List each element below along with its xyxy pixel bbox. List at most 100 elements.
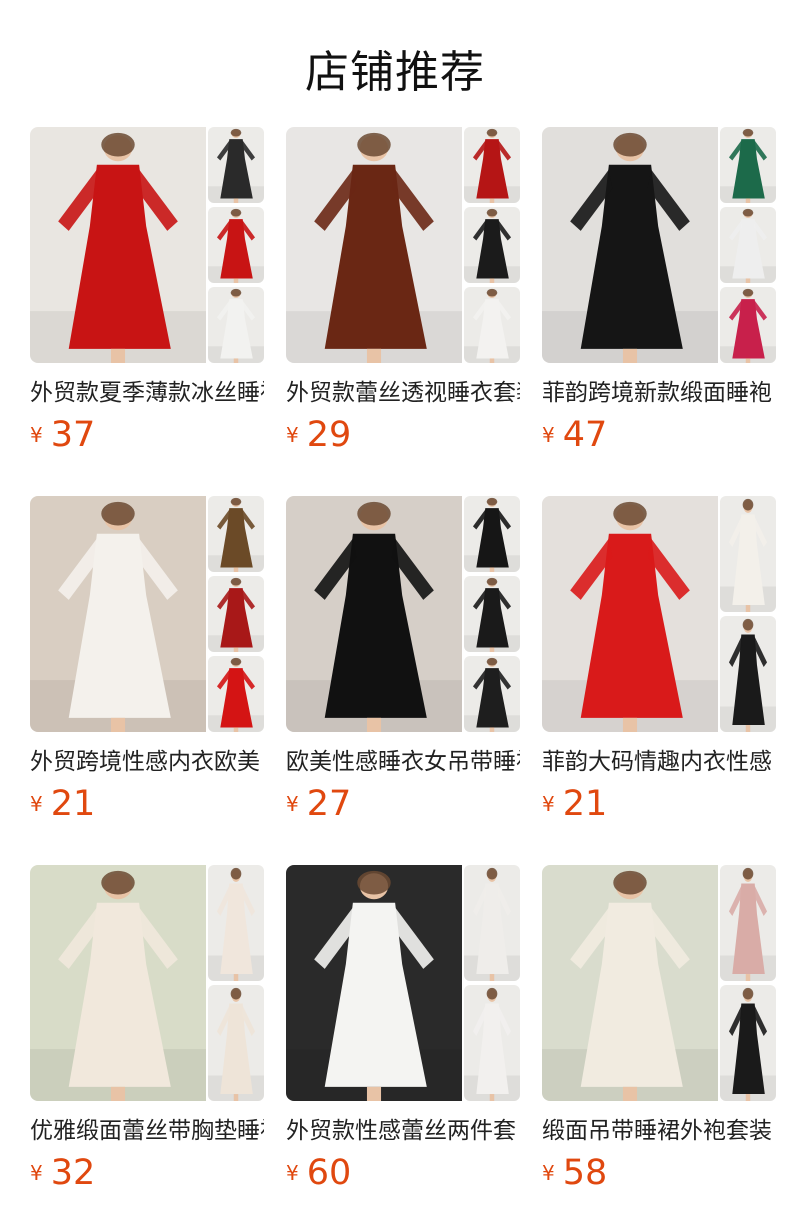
product-thumbnail-image[interactable] <box>464 985 520 1101</box>
product-image-collage[interactable] <box>542 496 776 732</box>
product-thumbnail-image[interactable] <box>208 576 264 652</box>
thumbnail-photo <box>720 496 776 612</box>
product-main-image[interactable] <box>542 865 718 1101</box>
product-thumbnail-image[interactable] <box>464 207 520 283</box>
product-image-collage[interactable] <box>30 865 264 1101</box>
product-title[interactable]: 外贸款性感蕾丝两件套 <box>286 1115 520 1151</box>
product-thumbnail-image[interactable] <box>720 207 776 283</box>
product-thumbnail-image[interactable] <box>720 616 776 732</box>
currency-symbol: ¥ <box>286 423 299 447</box>
product-price: ¥37 <box>30 415 95 455</box>
price-amount: 21 <box>562 784 608 824</box>
product-card[interactable]: 菲韵大码情趣内衣性感 ¥21 <box>542 496 776 826</box>
product-thumbnail-image[interactable] <box>464 865 520 981</box>
product-image-collage[interactable] <box>286 127 520 363</box>
product-thumbnail-image[interactable] <box>720 985 776 1101</box>
product-title[interactable]: 菲韵大码情趣内衣性感 <box>542 746 776 782</box>
currency-symbol: ¥ <box>30 1161 43 1185</box>
product-thumbnail-image[interactable] <box>208 496 264 572</box>
product-image-collage[interactable] <box>30 496 264 732</box>
product-thumbnail-image[interactable] <box>208 287 264 363</box>
product-thumbnail-image[interactable] <box>208 865 264 981</box>
thumbnail-photo <box>720 127 776 203</box>
product-photo <box>286 127 462 363</box>
thumbnail-photo <box>720 865 776 981</box>
product-thumbnail-image[interactable] <box>720 496 776 612</box>
product-main-image[interactable] <box>30 127 206 363</box>
product-thumbnail-image[interactable] <box>464 287 520 363</box>
product-photo <box>542 865 718 1101</box>
product-card[interactable]: 外贸款性感蕾丝两件套 ¥60 <box>286 865 520 1195</box>
product-photo <box>30 496 206 732</box>
product-card[interactable]: 外贸跨境性感内衣欧美 ¥21 <box>30 496 264 826</box>
thumbnail-photo <box>720 616 776 732</box>
price-amount: 27 <box>306 784 352 824</box>
product-title[interactable]: 外贸跨境性感内衣欧美 <box>30 746 264 782</box>
product-thumbnail-image[interactable] <box>720 865 776 981</box>
product-image-collage[interactable] <box>30 127 264 363</box>
thumbnail-photo <box>464 985 520 1101</box>
product-main-image[interactable] <box>286 127 462 363</box>
product-main-image[interactable] <box>286 496 462 732</box>
product-card[interactable]: 优雅缎面蕾丝带胸垫睡裙 ¥32 <box>30 865 264 1195</box>
section-title: 店铺推荐 <box>305 47 485 98</box>
currency-symbol: ¥ <box>286 792 299 816</box>
thumbnail-photo <box>464 865 520 981</box>
product-price: ¥60 <box>286 1153 351 1193</box>
product-price: ¥27 <box>286 784 351 824</box>
currency-symbol: ¥ <box>30 423 43 447</box>
price-amount: 32 <box>50 1153 96 1193</box>
product-title[interactable]: 优雅缎面蕾丝带胸垫睡裙 <box>30 1115 264 1151</box>
product-image-collage[interactable] <box>542 127 776 363</box>
product-main-image[interactable] <box>30 865 206 1101</box>
product-thumbnail-image[interactable] <box>720 127 776 203</box>
product-card[interactable]: 菲韵跨境新款缎面睡袍 ¥47 <box>542 127 776 457</box>
product-image-collage[interactable] <box>286 865 520 1101</box>
thumbnail-photo <box>464 656 520 732</box>
product-title[interactable]: 外贸款夏季薄款冰丝睡袍 <box>30 377 264 413</box>
currency-symbol: ¥ <box>30 792 43 816</box>
product-card[interactable]: 外贸款夏季薄款冰丝睡袍 ¥37 <box>30 127 264 457</box>
thumbnail-photo <box>208 287 264 363</box>
product-thumbnail-image[interactable] <box>720 287 776 363</box>
product-thumbnail-image[interactable] <box>208 127 264 203</box>
product-title[interactable]: 菲韵跨境新款缎面睡袍 <box>542 377 776 413</box>
product-thumbnail-image[interactable] <box>208 985 264 1101</box>
price-amount: 29 <box>306 415 352 455</box>
product-price: ¥47 <box>542 415 607 455</box>
currency-symbol: ¥ <box>542 1161 555 1185</box>
product-price: ¥21 <box>30 784 95 824</box>
product-image-collage[interactable] <box>286 496 520 732</box>
product-photo <box>30 127 206 363</box>
currency-symbol: ¥ <box>542 792 555 816</box>
product-card[interactable]: 欧美性感睡衣女吊带睡裙 ¥27 <box>286 496 520 826</box>
product-price: ¥21 <box>542 784 607 824</box>
price-amount: 60 <box>306 1153 352 1193</box>
product-main-image[interactable] <box>30 496 206 732</box>
product-main-image[interactable] <box>286 865 462 1101</box>
thumbnail-photo <box>208 127 264 203</box>
product-title[interactable]: 欧美性感睡衣女吊带睡裙 <box>286 746 520 782</box>
product-title[interactable]: 缎面吊带睡裙外袍套装 <box>542 1115 776 1151</box>
product-main-image[interactable] <box>542 496 718 732</box>
product-price: ¥58 <box>542 1153 607 1193</box>
product-grid: 外贸款夏季薄款冰丝睡袍 ¥37 外贸款蕾丝透视睡衣套装 ¥29 菲韵跨境新款缎面睡袍 ¥4… <box>30 127 776 1232</box>
product-title[interactable]: 外贸款蕾丝透视睡衣套装 <box>286 377 520 413</box>
currency-symbol: ¥ <box>542 423 555 447</box>
thumbnail-photo <box>464 127 520 203</box>
product-thumbnail-image[interactable] <box>464 656 520 732</box>
product-thumbnail-image[interactable] <box>464 496 520 572</box>
thumbnail-photo <box>464 287 520 363</box>
product-main-image[interactable] <box>542 127 718 363</box>
product-card[interactable]: 缎面吊带睡裙外袍套装 ¥58 <box>542 865 776 1195</box>
product-thumbnail-image[interactable] <box>208 656 264 732</box>
product-price: ¥29 <box>286 415 351 455</box>
product-image-collage[interactable] <box>542 865 776 1101</box>
product-thumbnail-image[interactable] <box>464 127 520 203</box>
product-card[interactable]: 外贸款蕾丝透视睡衣套装 ¥29 <box>286 127 520 457</box>
thumbnail-photo <box>208 985 264 1101</box>
product-thumbnail-image[interactable] <box>208 207 264 283</box>
thumbnail-photo <box>208 496 264 572</box>
product-thumbnail-image[interactable] <box>464 576 520 652</box>
product-price: ¥32 <box>30 1153 95 1193</box>
